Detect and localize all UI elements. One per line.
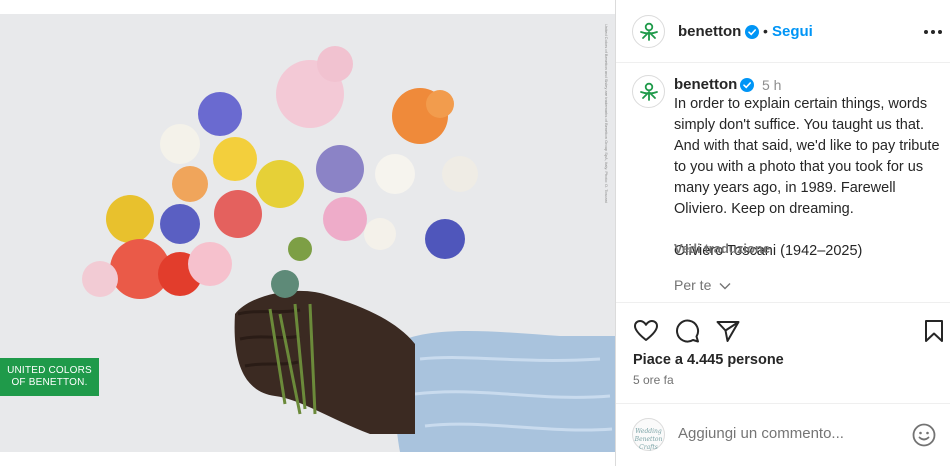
actions-divider bbox=[616, 302, 950, 303]
commenter-avatar-text: Wedding Benetton Crafts bbox=[634, 428, 663, 451]
caption-username[interactable]: benetton bbox=[674, 76, 737, 93]
benetton-logo-icon bbox=[640, 82, 658, 101]
caption-body: In order to explain certain things, word… bbox=[674, 94, 944, 262]
comment-icon[interactable] bbox=[674, 318, 700, 344]
logo-line-1: UNITED COLORS bbox=[7, 365, 92, 376]
caption-time[interactable]: 5 h bbox=[762, 77, 781, 93]
for-you-label: Per te bbox=[674, 277, 712, 293]
caption-text: In order to explain certain things, word… bbox=[674, 96, 940, 217]
more-options-icon[interactable] bbox=[922, 28, 944, 36]
commenter-avatar: Wedding Benetton Crafts bbox=[632, 418, 665, 451]
benetton-logo-icon bbox=[640, 22, 658, 41]
avatar[interactable] bbox=[632, 15, 665, 48]
emoji-icon[interactable] bbox=[912, 423, 936, 447]
brand-logo-box: UNITED COLORS OF BENETTON. bbox=[0, 358, 99, 396]
header-username[interactable]: benetton bbox=[678, 23, 741, 40]
post-side-panel: benetton • Segui benetton 5 h In order t… bbox=[616, 0, 950, 466]
comment-input[interactable] bbox=[678, 425, 888, 442]
follow-button[interactable]: Segui bbox=[772, 23, 813, 40]
likes-count[interactable]: Piace a 4.445 persone bbox=[633, 352, 784, 368]
share-icon[interactable] bbox=[715, 318, 741, 344]
logo-line-2: OF BENETTON. bbox=[11, 377, 88, 388]
post-age[interactable]: 5 ore fa bbox=[633, 373, 674, 387]
caption-avatar[interactable] bbox=[632, 75, 665, 108]
see-translation-link[interactable]: Vedi traduzione bbox=[674, 241, 770, 256]
instagram-post: United Colors of Benetton and Sisley are… bbox=[0, 0, 950, 466]
verified-badge-icon bbox=[740, 78, 754, 92]
like-heart-icon[interactable] bbox=[633, 318, 659, 344]
separator-dot: • bbox=[763, 23, 768, 39]
save-bookmark-icon[interactable] bbox=[921, 318, 947, 344]
for-you-dropdown[interactable]: Per te bbox=[674, 277, 731, 293]
chevron-down-icon bbox=[719, 283, 731, 290]
photo-credit: United Colors of Benetton and Sisley are… bbox=[604, 24, 609, 203]
post-image[interactable]: United Colors of Benetton and Sisley are… bbox=[0, 14, 615, 452]
comment-divider bbox=[616, 403, 950, 404]
verified-badge-icon bbox=[745, 25, 759, 39]
post-header: benetton • Segui bbox=[616, 0, 950, 63]
